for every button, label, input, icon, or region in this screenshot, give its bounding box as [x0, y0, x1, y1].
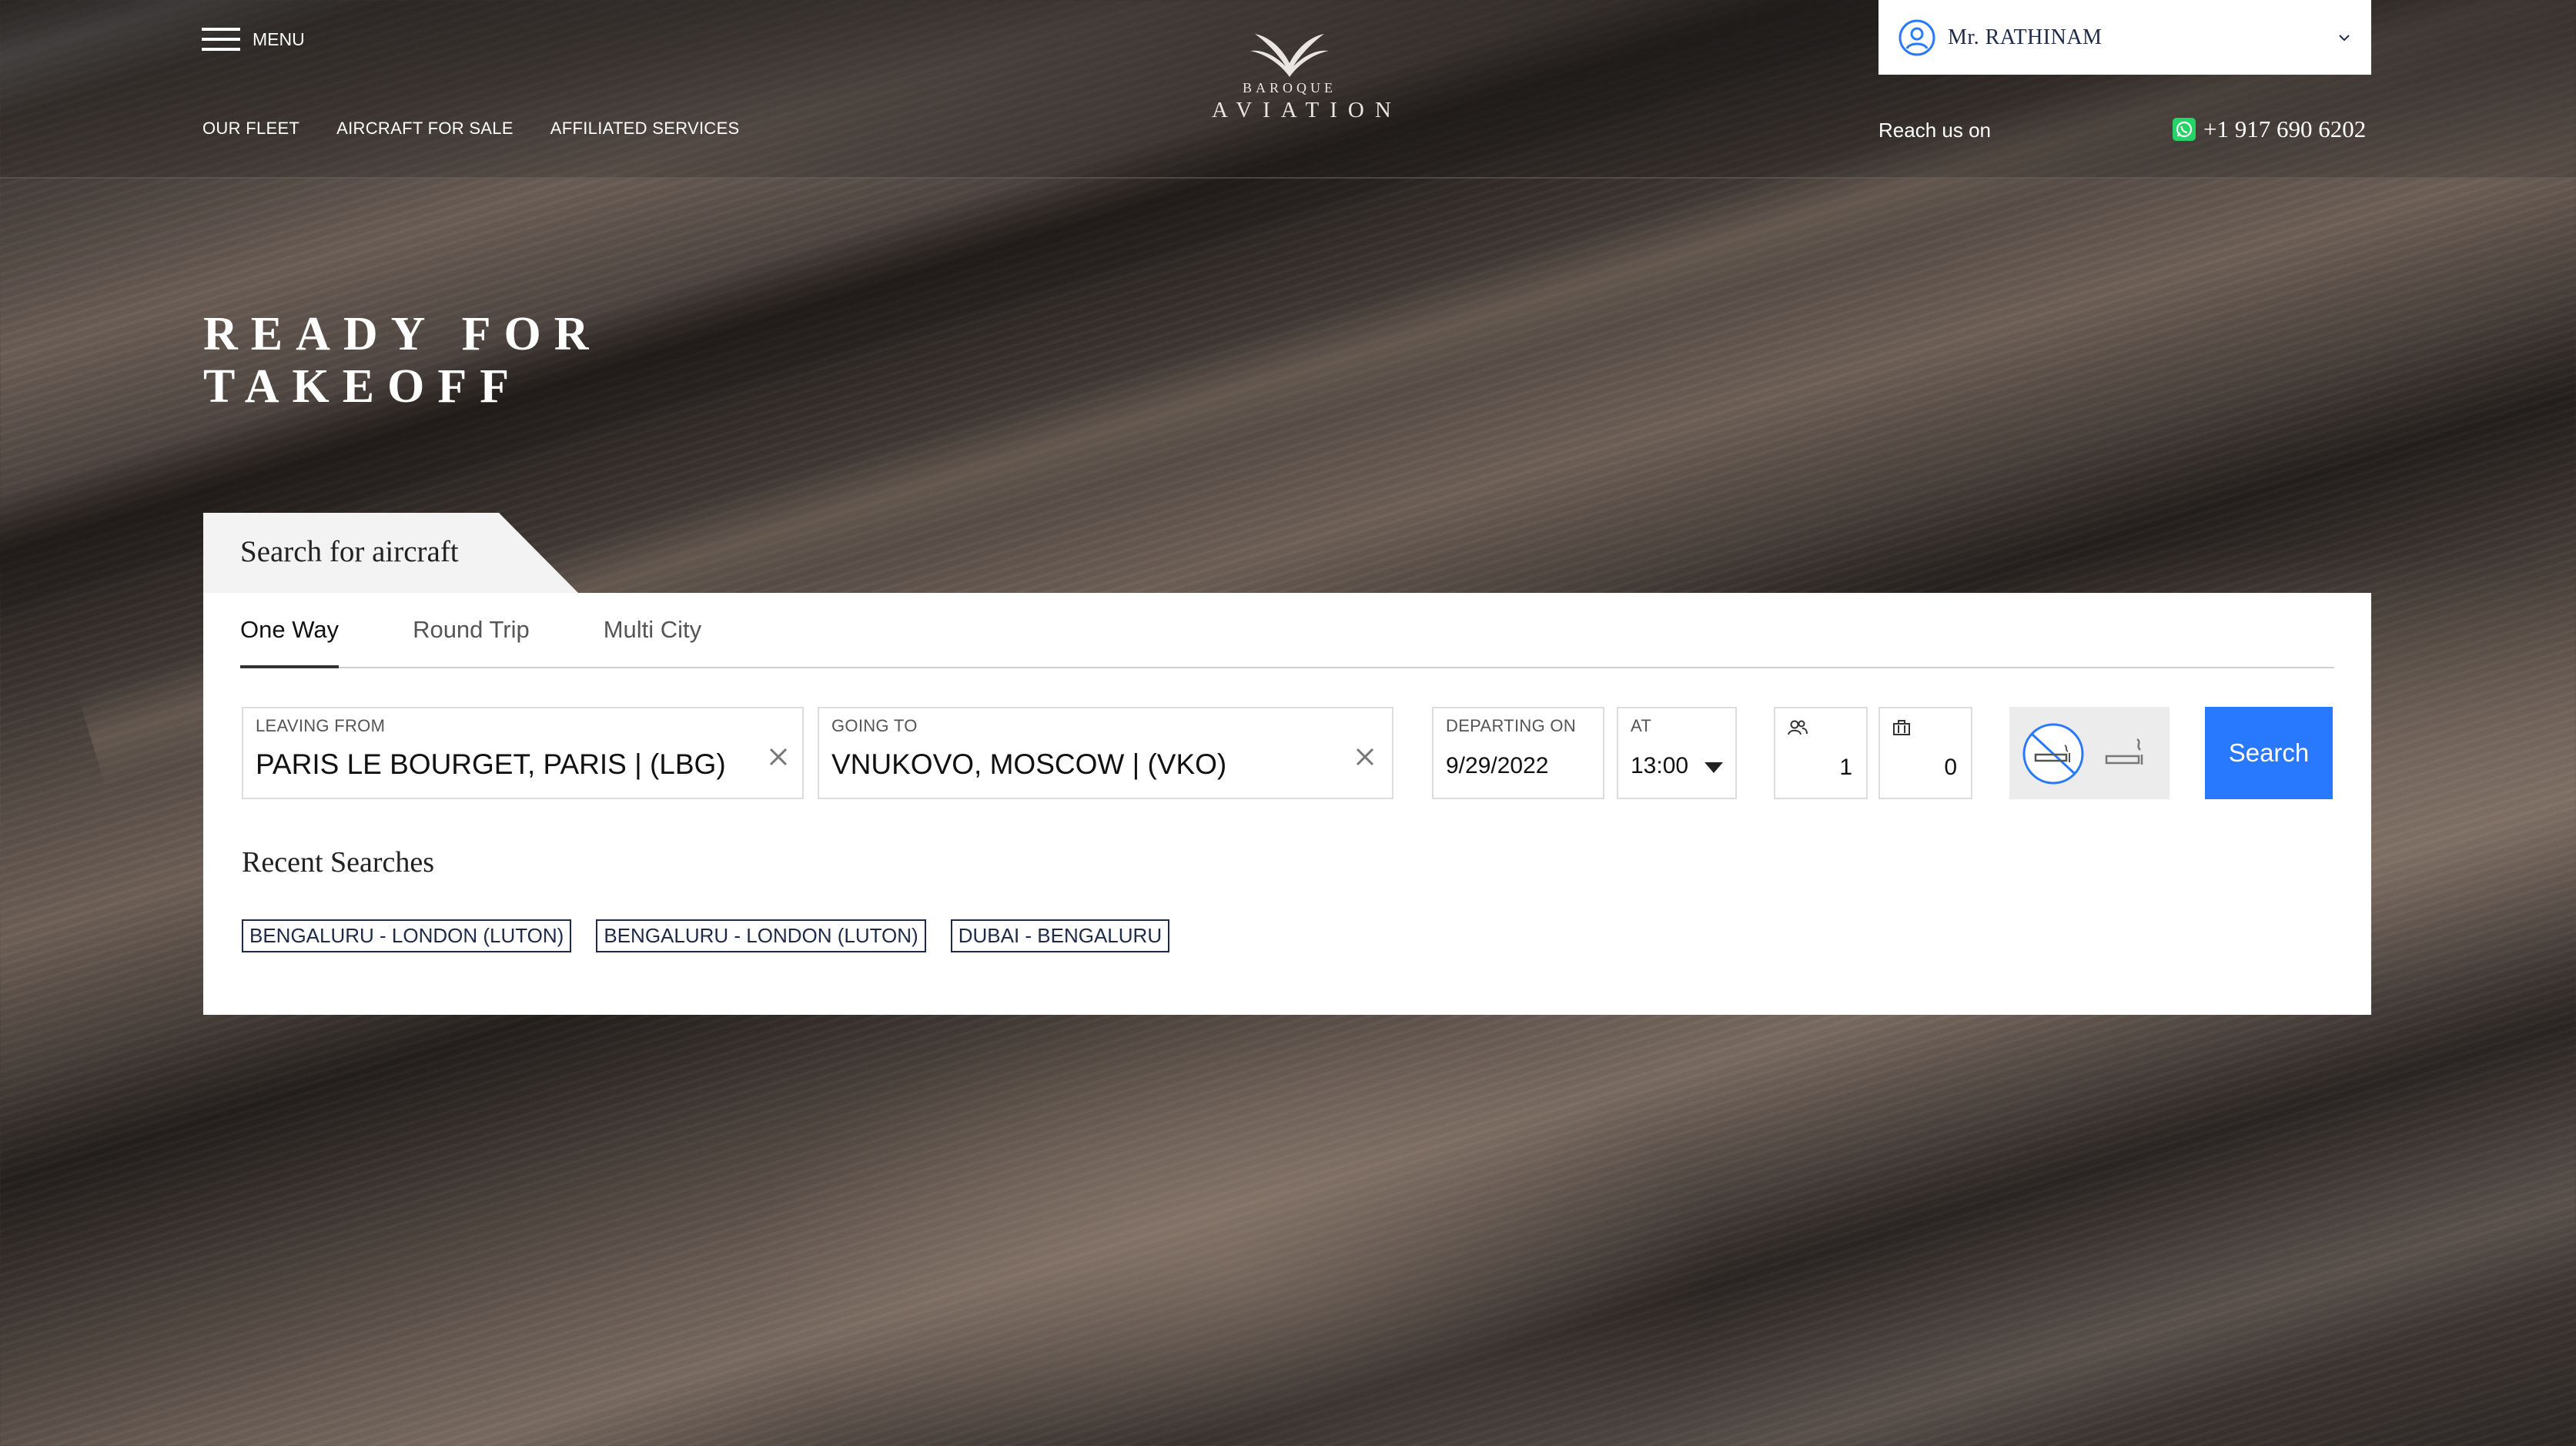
- search-panel-tab: Search for aircraft: [203, 513, 578, 593]
- search-panel-title: Search for aircraft: [240, 535, 459, 568]
- departing-on-value: 9/29/2022: [1446, 753, 1549, 778]
- tab-round-trip[interactable]: Round Trip: [413, 593, 530, 667]
- nav-aircraft-for-sale[interactable]: AIRCRAFT FOR SALE: [336, 119, 514, 139]
- time-label: AT: [1631, 716, 1652, 735]
- smoking-icon[interactable]: [2105, 736, 2146, 772]
- passengers-icon: [1788, 720, 1808, 735]
- leaving-from-label: LEAVING FROM: [256, 716, 386, 735]
- menu-label: MENU: [253, 28, 305, 49]
- hero-title-line-2: TAKEOFF: [203, 360, 523, 413]
- recent-search-chip[interactable]: DUBAI - BENGALURU: [950, 919, 1170, 952]
- leaving-from-value: PARIS LE BOURGET, PARIS | (LBG): [256, 748, 726, 780]
- search-panel: One Way Round Trip Multi City LEAVING FR…: [203, 593, 2371, 1015]
- clear-leaving-from-icon[interactable]: [767, 745, 790, 768]
- no-smoking-icon[interactable]: [2022, 722, 2085, 785]
- passengers-value: 1: [1839, 755, 1852, 780]
- luggage-icon: [1893, 720, 1910, 735]
- wings-icon: [1250, 34, 1329, 77]
- tab-one-way[interactable]: One Way: [240, 593, 340, 668]
- dropdown-arrow-icon: [1705, 762, 1723, 773]
- user-name: Mr. RATHINAM: [1948, 25, 2103, 49]
- recent-search-chip[interactable]: BENGALURU - LONDON (LUTON): [596, 919, 926, 952]
- smoking-preference-toggle[interactable]: [2009, 707, 2170, 799]
- trip-type-tabs: One Way Round Trip Multi City: [240, 593, 2334, 668]
- logo-bottom-text: AVIATION: [1212, 98, 1402, 122]
- nav-our-fleet[interactable]: OUR FLEET: [202, 119, 299, 139]
- hero-title-line-1: READY FOR: [203, 308, 602, 360]
- time-select[interactable]: AT 13:00: [1617, 707, 1737, 799]
- site-logo[interactable]: BAROQUE AVIATION: [1201, 31, 1402, 123]
- hamburger-icon: [202, 26, 240, 52]
- phone-number: +1 917 690 6202: [2203, 115, 2367, 142]
- logo-top-text: BAROQUE: [1242, 80, 1337, 95]
- going-to-value: VNUKOVO, MOSCOW | (VKO): [831, 748, 1227, 780]
- luggage-value: 0: [1944, 755, 1957, 780]
- passengers-field[interactable]: 1: [1774, 707, 1868, 799]
- user-account-dropdown[interactable]: Mr. RATHINAM: [1878, 0, 2371, 75]
- phone-link[interactable]: +1 917 690 6202: [2173, 115, 2366, 143]
- departing-on-field[interactable]: DEPARTING ON 9/29/2022: [1432, 707, 1604, 799]
- recent-searches-list: BENGALURU - LONDON (LUTON) BENGALURU - L…: [242, 919, 1170, 952]
- chevron-down-icon: [2339, 34, 2350, 41]
- hero-title: READY FOR TAKEOFF: [203, 308, 602, 413]
- user-icon: [1899, 19, 1935, 55]
- top-nav: OUR FLEET AIRCRAFT FOR SALE AFFILIATED S…: [202, 119, 740, 139]
- nav-affiliated-services[interactable]: AFFILIATED SERVICES: [550, 119, 740, 139]
- recent-searches-title: Recent Searches: [242, 846, 435, 879]
- going-to-field[interactable]: GOING TO VNUKOVO, MOSCOW | (VKO): [818, 707, 1393, 799]
- luggage-field[interactable]: 0: [1878, 707, 1972, 799]
- menu-button[interactable]: MENU: [202, 26, 305, 52]
- reach-us-label: Reach us on: [1878, 119, 1991, 142]
- search-button[interactable]: Search: [2205, 707, 2333, 799]
- clear-going-to-icon[interactable]: [1353, 745, 1377, 768]
- recent-search-chip[interactable]: BENGALURU - LONDON (LUTON): [242, 919, 572, 952]
- tab-multi-city[interactable]: Multi City: [604, 593, 701, 667]
- departing-on-label: DEPARTING ON: [1446, 716, 1577, 735]
- leaving-from-field[interactable]: LEAVING FROM PARIS LE BOURGET, PARIS | (…: [242, 707, 804, 799]
- going-to-label: GOING TO: [831, 716, 918, 735]
- time-value: 13:00: [1631, 753, 1689, 778]
- whatsapp-icon: [2173, 118, 2196, 141]
